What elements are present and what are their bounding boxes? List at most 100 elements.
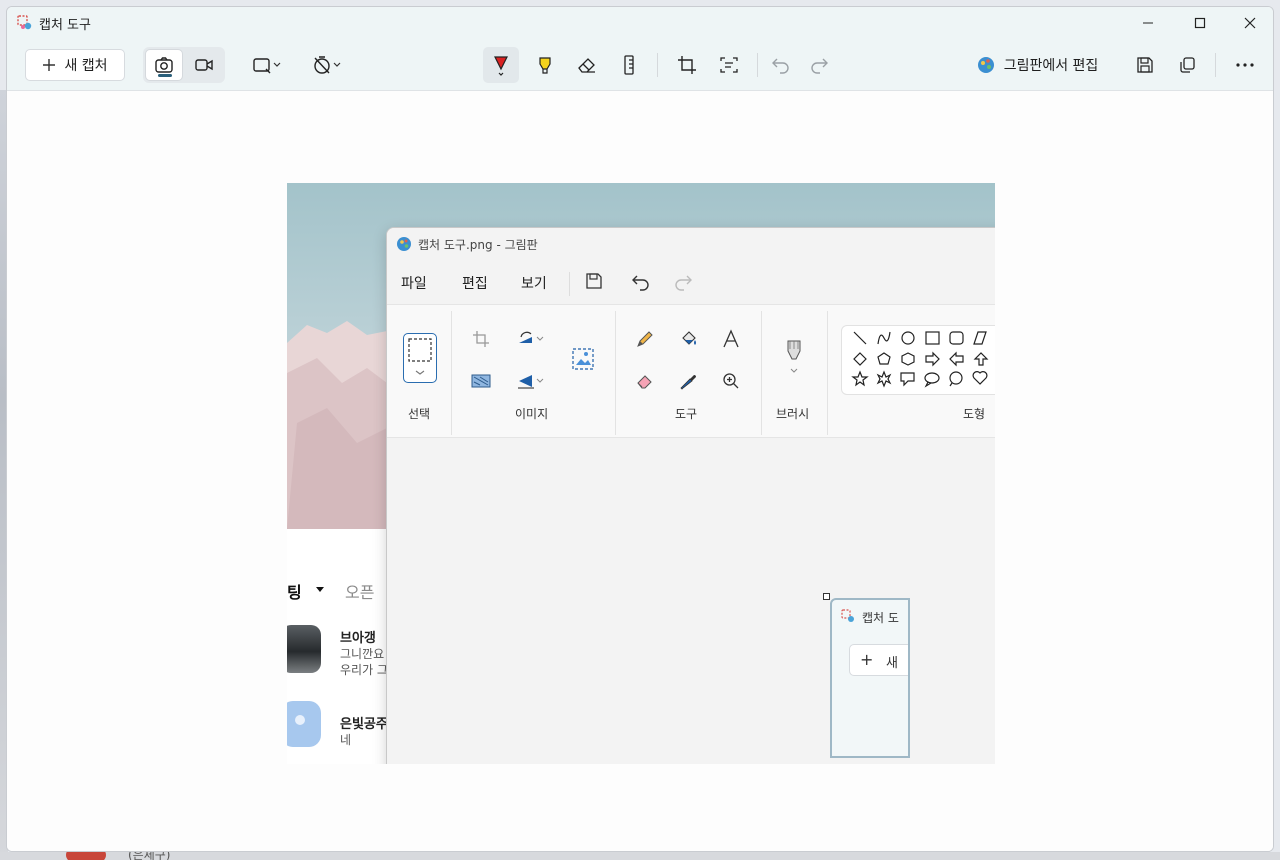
maximize-button[interactable] <box>1177 7 1223 39</box>
captured-image: 팅 오픈 브아갱 그니깐요 우리가 그 은빛공주 네 캡처 도구.png - 그… <box>287 183 995 764</box>
rotate-dropdown[interactable] <box>509 325 553 353</box>
save-icon[interactable] <box>585 272 603 290</box>
select-tool-button[interactable] <box>403 333 437 383</box>
brush-icon <box>787 340 801 373</box>
desktop-taskbar-peek: (은체구) <box>0 852 1280 860</box>
title-bar: 캡처 도구 <box>7 7 1273 39</box>
flip-icon <box>518 375 534 389</box>
open-in-paint-label: 그림판에서 편집 <box>1003 58 1099 74</box>
rotate-icon <box>519 331 532 343</box>
group-label-image: 이미지 <box>515 407 549 421</box>
chevron-down-icon <box>273 62 281 67</box>
new-capture-label: 새 캡처 <box>64 58 108 74</box>
group-divider <box>615 311 616 435</box>
toolbar-divider <box>657 53 658 77</box>
window-title: 캡처 도구 <box>39 17 91 33</box>
undo-button[interactable] <box>763 47 799 83</box>
text-icon <box>723 329 739 348</box>
copy-button[interactable] <box>1169 47 1205 83</box>
group-divider <box>761 311 762 435</box>
crop-button[interactable] <box>669 47 705 83</box>
ruler-icon <box>624 55 634 75</box>
resize-button[interactable] <box>467 367 495 395</box>
menu-file[interactable]: 파일 <box>401 273 427 293</box>
avatar <box>287 701 321 747</box>
video-icon <box>195 59 213 71</box>
color-picker-button[interactable] <box>675 367 703 395</box>
fill-button[interactable] <box>675 325 703 353</box>
minimize-icon <box>1143 22 1153 24</box>
snipping-tool-window: 캡처 도구 새 캡처 그림판에서 편집 팅 오픈 브아갱 그니깐요 우리가 그 … <box>6 6 1274 852</box>
chat-name: 브아갱 <box>340 631 376 646</box>
paint-bucket-icon <box>682 331 696 345</box>
highlighter-button[interactable] <box>527 47 563 83</box>
caret-down-icon <box>316 587 324 592</box>
image-properties-icon <box>572 348 594 370</box>
toolbar-divider <box>757 53 758 77</box>
brushes-dropdown[interactable] <box>780 333 808 381</box>
more-icon <box>1236 63 1254 67</box>
open-in-paint-button[interactable]: 그림판에서 편집 <box>962 49 1112 81</box>
ballpoint-pen-button[interactable] <box>483 47 519 83</box>
toolbar: 새 캡처 그림판에서 편집 <box>7 39 1273 91</box>
group-divider <box>451 311 452 435</box>
delay-dropdown[interactable] <box>305 51 349 79</box>
snipping-tool-app-icon <box>841 609 854 622</box>
avatar <box>287 625 321 673</box>
save-button[interactable] <box>1127 47 1163 83</box>
paint-app-icon <box>397 237 411 251</box>
magnifier-button[interactable] <box>717 367 745 395</box>
nested-new-capture-button[interactable]: + 새 <box>849 644 908 676</box>
maximize-icon <box>1194 17 1206 29</box>
photo-mode-button[interactable] <box>145 49 183 81</box>
redo-button[interactable] <box>801 47 837 83</box>
new-capture-button[interactable]: 새 캡처 <box>25 49 125 81</box>
group-label-shapes: 도형 <box>963 407 986 421</box>
eraser-icon <box>578 58 595 73</box>
select-rectangle-icon <box>408 338 432 375</box>
tab-open-chat[interactable]: 오픈 <box>345 579 374 603</box>
chat-feed: 팅 오픈 브아갱 그니깐요 우리가 그 은빛공주 네 <box>287 529 388 764</box>
close-button[interactable] <box>1227 7 1273 39</box>
nested-title: 캡처 도 <box>862 611 899 625</box>
capture-canvas[interactable]: 팅 오픈 브아갱 그니깐요 우리가 그 은빛공주 네 캡처 도구.png - 그… <box>7 92 1273 851</box>
shapes-gallery[interactable] <box>841 325 995 395</box>
ballpoint-pen-icon <box>494 56 508 76</box>
ruler-button[interactable] <box>611 47 647 83</box>
plus-icon: + <box>860 650 874 669</box>
capture-mode-toggle <box>143 47 225 83</box>
undo-icon[interactable] <box>631 272 651 292</box>
group-label-select: 선택 <box>408 407 431 421</box>
redo-icon[interactable] <box>673 272 693 292</box>
crop-icon <box>473 331 489 347</box>
zoom-icon <box>723 373 739 389</box>
no-timer-icon <box>314 56 330 74</box>
chevron-down-icon <box>536 336 544 341</box>
video-mode-button[interactable] <box>185 49 223 81</box>
image-properties-button[interactable] <box>569 345 597 373</box>
minimize-button[interactable] <box>1125 7 1171 39</box>
text-actions-button[interactable] <box>711 47 747 83</box>
menu-edit[interactable]: 편집 <box>462 273 488 293</box>
peek-text: (은체구) <box>128 852 171 860</box>
undo-icon <box>772 58 789 74</box>
pencil-icon <box>637 331 653 347</box>
chat-message: 네 <box>340 733 352 747</box>
pencil-button[interactable] <box>631 325 659 353</box>
text-tool-button[interactable] <box>717 325 745 353</box>
eraser-button[interactable] <box>569 47 605 83</box>
chat-message: 우리가 그 <box>340 663 388 677</box>
nested-new-label: 새 <box>886 656 898 671</box>
menu-divider <box>569 272 570 296</box>
chat-name: 은빛공주 <box>340 717 388 732</box>
eraser-button[interactable] <box>631 367 659 395</box>
flip-dropdown[interactable] <box>509 367 553 395</box>
more-options-button[interactable] <box>1227 47 1263 83</box>
plus-icon <box>43 59 56 71</box>
snip-shape-dropdown[interactable] <box>245 51 289 79</box>
crop-button[interactable] <box>467 325 495 353</box>
resize-handle[interactable] <box>823 593 830 600</box>
tab-chatting[interactable]: 팅 <box>287 579 302 603</box>
chevron-down-icon <box>536 378 544 383</box>
menu-view[interactable]: 보기 <box>521 273 547 293</box>
